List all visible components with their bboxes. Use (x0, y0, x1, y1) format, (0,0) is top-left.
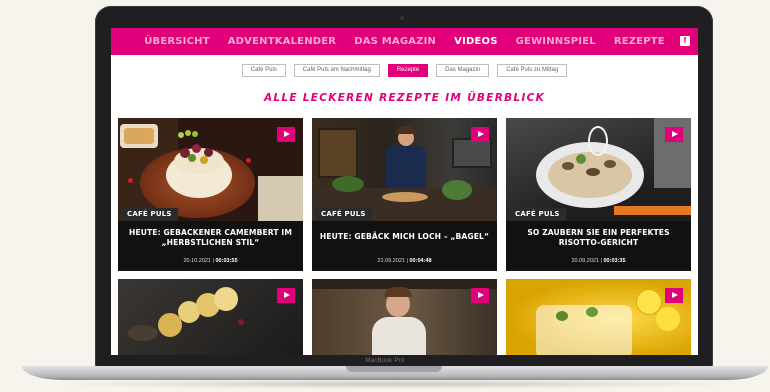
filter-rezepte[interactable]: Rezepte (387, 64, 429, 77)
show-badge: CAFÉ PULS (121, 208, 178, 221)
video-meta: 21.09.2021 | 00:04:48 (312, 258, 497, 264)
laptop-shadow (40, 379, 750, 389)
filter-cafe-puls-mittag[interactable]: Café Puls zu Mittag (497, 64, 568, 77)
laptop-notch (346, 366, 442, 372)
video-duration: 00:03:35 (603, 258, 626, 264)
video-title[interactable]: HEUTE: GEBACKENER CAMEMBERT IM „HERBSTLI… (122, 228, 299, 248)
video-card[interactable] (312, 279, 497, 355)
facebook-icon[interactable]: f (680, 36, 690, 46)
video-date: 20.09.2021 (571, 258, 599, 264)
video-card[interactable]: CAFÉ PULS HEUTE: GEBACKENER CAMEMBERT IM… (118, 118, 303, 271)
video-thumbnail[interactable] (312, 279, 497, 355)
video-title[interactable]: SO ZAUBERN SIE EIN PERFEKTES RISOTTO-GER… (510, 228, 687, 248)
play-icon[interactable] (277, 288, 295, 303)
video-thumbnail[interactable] (118, 279, 303, 355)
camera-dot (400, 16, 404, 20)
video-meta: 20.10.2021 | 00:03:55 (118, 258, 303, 264)
video-title[interactable]: HEUTE: GEBÄCK MICH LOCH – „BAGEL“ (316, 232, 493, 242)
video-meta: 20.09.2021 | 00:03:35 (506, 258, 691, 264)
video-thumbnail[interactable] (506, 279, 691, 355)
video-thumbnail[interactable]: CAFÉ PULS (118, 118, 303, 221)
nav-item-gewinnspiel[interactable]: GEWINNSPIEL (516, 36, 596, 47)
section-headline: ALLE LECKEREN REZEPTE IM ÜBERBLICK (263, 92, 546, 104)
video-thumbnail[interactable]: CAFÉ PULS (312, 118, 497, 221)
play-icon[interactable] (665, 288, 683, 303)
video-card[interactable] (118, 279, 303, 355)
show-badge: CAFÉ PULS (315, 208, 372, 221)
laptop-brand-label: MacBook Pro (365, 358, 405, 364)
nav-item-adventkalender[interactable]: ADVENTKALENDER (228, 36, 337, 47)
nav-item-rezepte[interactable]: REZEPTE (614, 36, 665, 47)
nav-item-magazin[interactable]: DAS MAGAZIN (354, 36, 436, 47)
video-date: 21.09.2021 (377, 258, 405, 264)
nav-item-uebersicht[interactable]: ÜBERSICHT (144, 36, 210, 47)
play-icon[interactable] (471, 288, 489, 303)
video-duration: 00:04:48 (409, 258, 432, 264)
play-icon[interactable] (277, 127, 295, 142)
filter-das-magazin[interactable]: Das Magazin (436, 64, 490, 77)
video-thumbnail[interactable]: CAFÉ PULS (506, 118, 691, 221)
nav-item-videos[interactable]: VIDEOS (454, 36, 498, 47)
video-card[interactable] (506, 279, 691, 355)
video-date: 20.10.2021 (183, 258, 211, 264)
filter-cafe-puls-nachmittag[interactable]: Café Puls am Nachmittag (293, 64, 380, 77)
play-icon[interactable] (471, 127, 489, 142)
filter-cafe-puls[interactable]: Café Puls (241, 64, 286, 77)
category-filter-bar: Café Puls Café Puls am Nachmittag Rezept… (111, 64, 698, 77)
top-navigation: ÜBERSICHT ADVENTKALENDER DAS MAGAZIN VID… (111, 28, 698, 55)
play-icon[interactable] (665, 127, 683, 142)
video-card[interactable]: CAFÉ PULS SO ZAUBERN SIE EIN PERFEKTES R… (506, 118, 691, 271)
video-duration: 00:03:55 (215, 258, 238, 264)
show-badge: CAFÉ PULS (509, 208, 566, 221)
website-screen: ÜBERSICHT ADVENTKALENDER DAS MAGAZIN VID… (111, 28, 698, 355)
video-card[interactable]: CAFÉ PULS HEUTE: GEBÄCK MICH LOCH – „BAG… (312, 118, 497, 271)
